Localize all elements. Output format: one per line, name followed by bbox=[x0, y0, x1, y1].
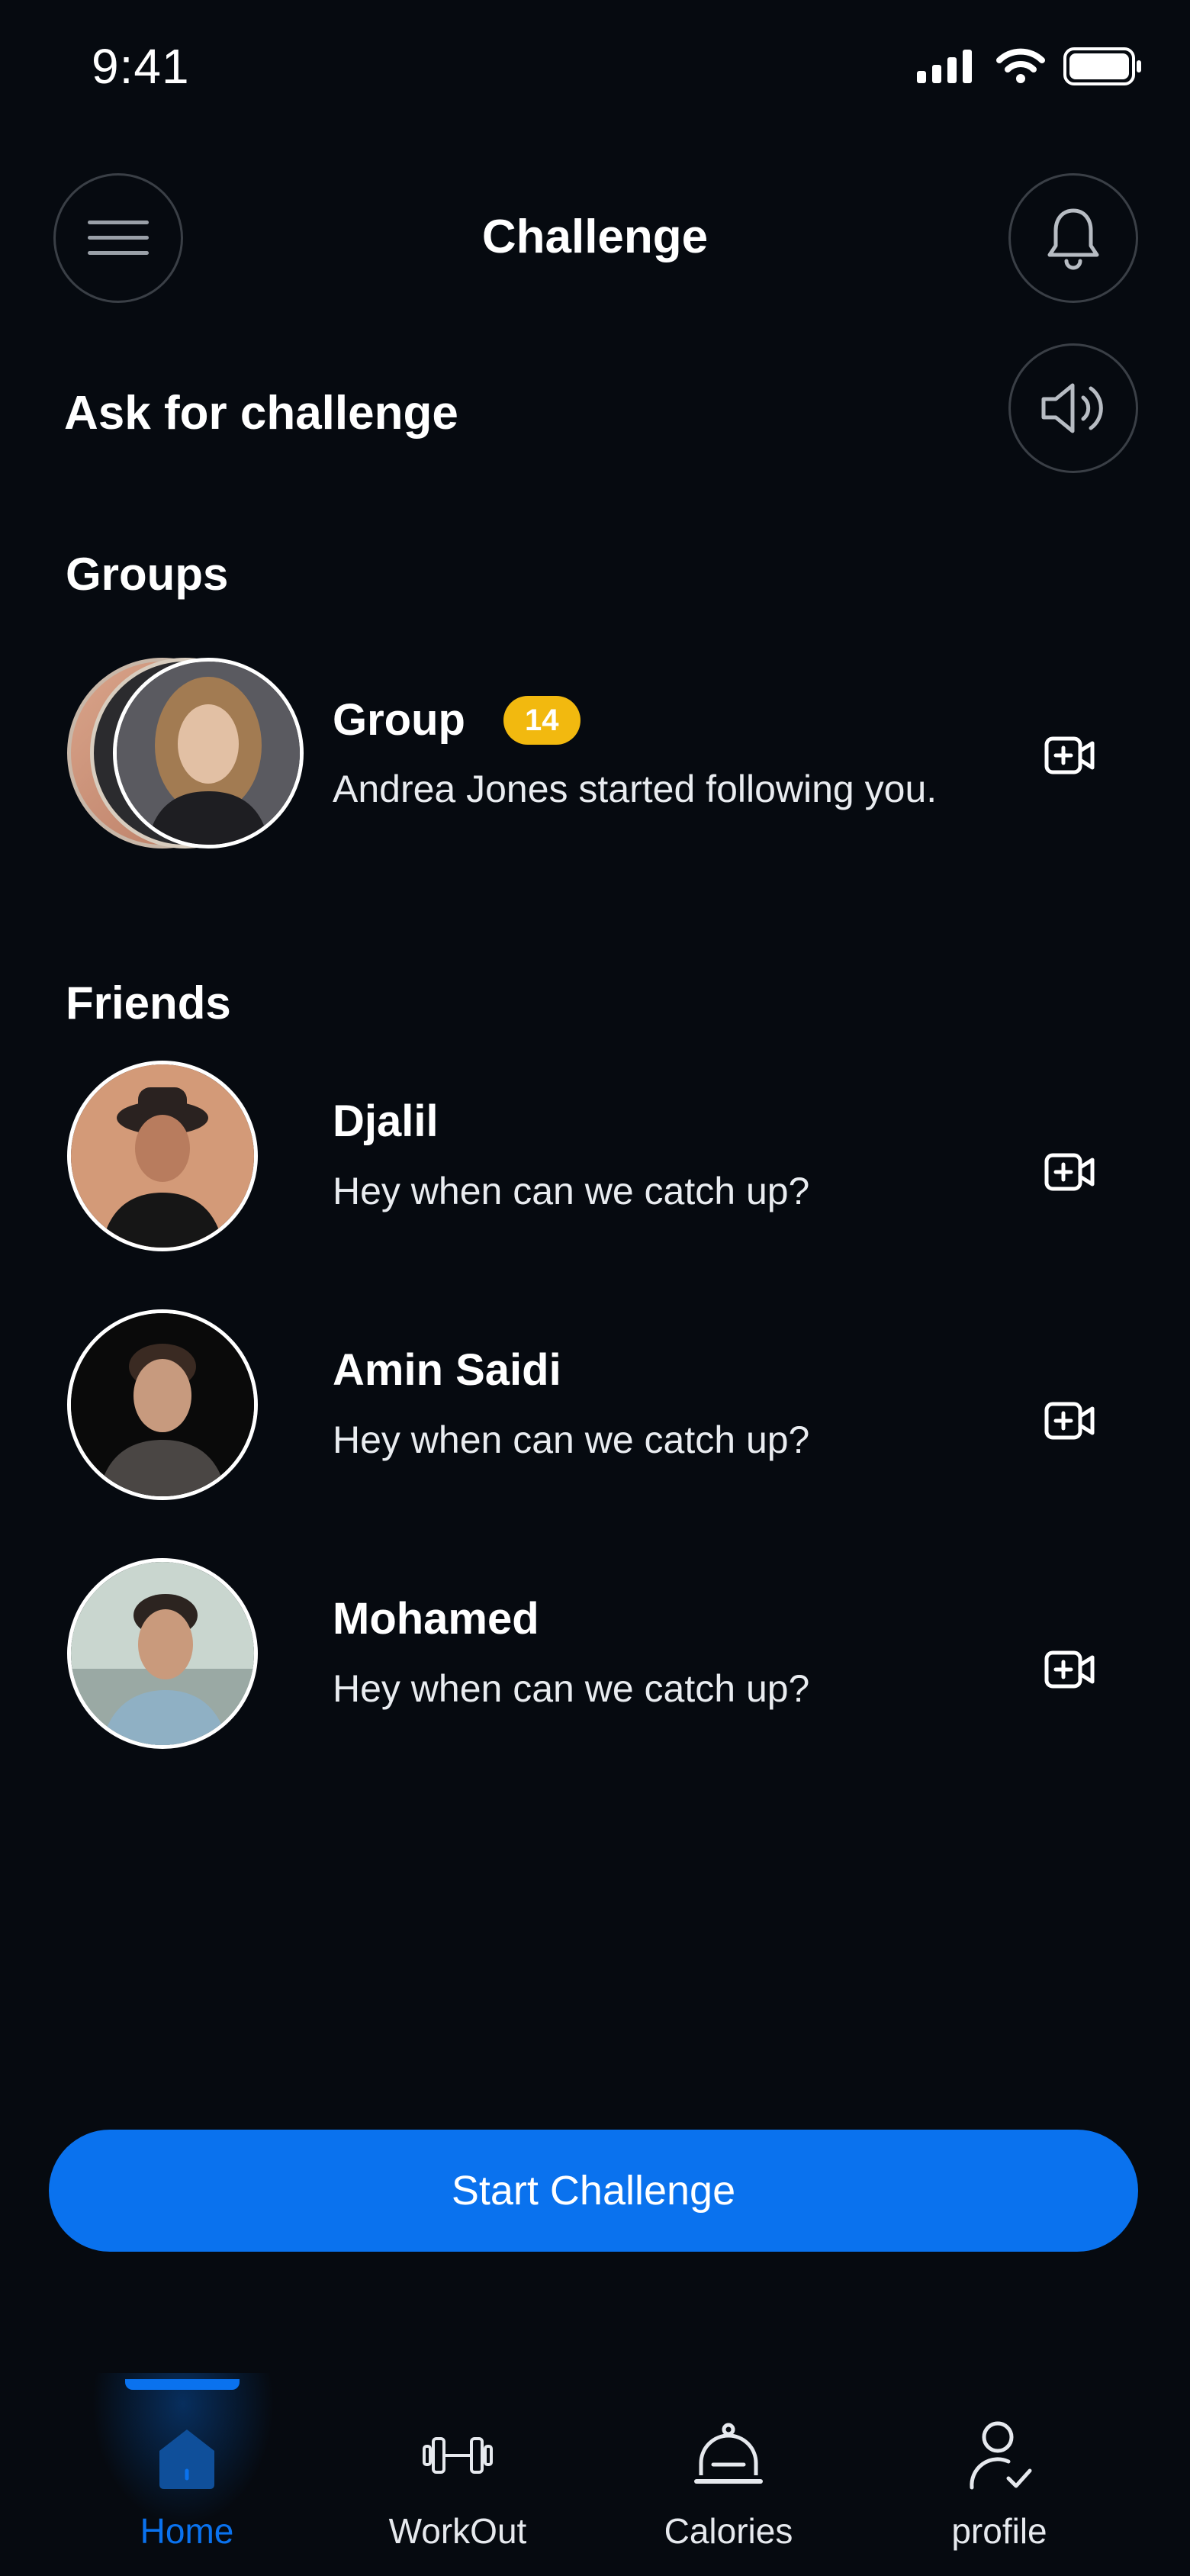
friend-last-message: Hey when can we catch up? bbox=[333, 1170, 810, 1212]
groups-title: Groups bbox=[66, 549, 229, 600]
nav-home-label: Home bbox=[140, 2511, 234, 2551]
group-row[interactable]: Group 14 Andrea Jones started following … bbox=[0, 656, 1190, 855]
friend-name: Djalil bbox=[333, 1096, 439, 1146]
mohamed-portrait-image bbox=[71, 1562, 254, 1745]
group-avatar-front bbox=[113, 658, 304, 848]
friend-name: Mohamed bbox=[333, 1594, 539, 1644]
start-challenge-button[interactable]: Start Challenge bbox=[49, 2130, 1138, 2252]
home-active-indicator bbox=[125, 2379, 240, 2390]
friend-avatar bbox=[67, 1309, 258, 1500]
status-icons bbox=[917, 47, 1143, 85]
nav-profile-label: profile bbox=[951, 2511, 1047, 2551]
unread-badge: 14 bbox=[503, 696, 581, 745]
friend-name: Amin Saidi bbox=[333, 1345, 561, 1395]
speaker-icon bbox=[1041, 383, 1103, 433]
ask-for-challenge-label: Ask for challenge bbox=[64, 387, 458, 440]
nav-workout-label: WorkOut bbox=[388, 2511, 527, 2551]
video-call-icon[interactable] bbox=[1044, 1398, 1097, 1444]
friend-avatar bbox=[67, 1558, 258, 1749]
home-icon bbox=[159, 2429, 214, 2489]
bell-icon bbox=[1047, 208, 1099, 270]
video-call-icon[interactable] bbox=[1044, 1149, 1097, 1195]
user-check-icon bbox=[970, 2421, 1032, 2490]
friend-row[interactable]: Amin Saidi Hey when can we catch up? bbox=[0, 1309, 1190, 1508]
dumbbell-icon bbox=[423, 2437, 493, 2474]
friend-row[interactable]: Mohamed Hey when can we catch up? bbox=[0, 1558, 1190, 1757]
status-time: 9:41 bbox=[92, 39, 190, 94]
battery-icon bbox=[1063, 47, 1141, 85]
friend-last-message: Hey when can we catch up? bbox=[333, 1667, 810, 1710]
friend-row[interactable]: Djalil Hey when can we catch up? bbox=[0, 1061, 1190, 1259]
nav-calories-label: Calories bbox=[664, 2511, 793, 2551]
group-last-message: Andrea Jones started following you. bbox=[333, 768, 938, 810]
amin-saidi-portrait-image bbox=[71, 1313, 254, 1496]
cloche-icon bbox=[694, 2423, 763, 2484]
video-call-icon[interactable] bbox=[1044, 1647, 1097, 1692]
signal-icon bbox=[917, 50, 972, 83]
woman-portrait-image bbox=[117, 662, 300, 845]
notifications-button[interactable] bbox=[1008, 173, 1138, 303]
group-name: Group bbox=[333, 695, 465, 745]
video-call-icon[interactable] bbox=[1044, 733, 1097, 778]
friend-avatar bbox=[67, 1061, 258, 1251]
djalil-portrait-image bbox=[71, 1064, 254, 1248]
wifi-icon bbox=[996, 48, 1045, 83]
friend-last-message: Hey when can we catch up? bbox=[333, 1418, 810, 1461]
friends-title: Friends bbox=[66, 977, 231, 1029]
speaker-button[interactable] bbox=[1008, 343, 1138, 473]
